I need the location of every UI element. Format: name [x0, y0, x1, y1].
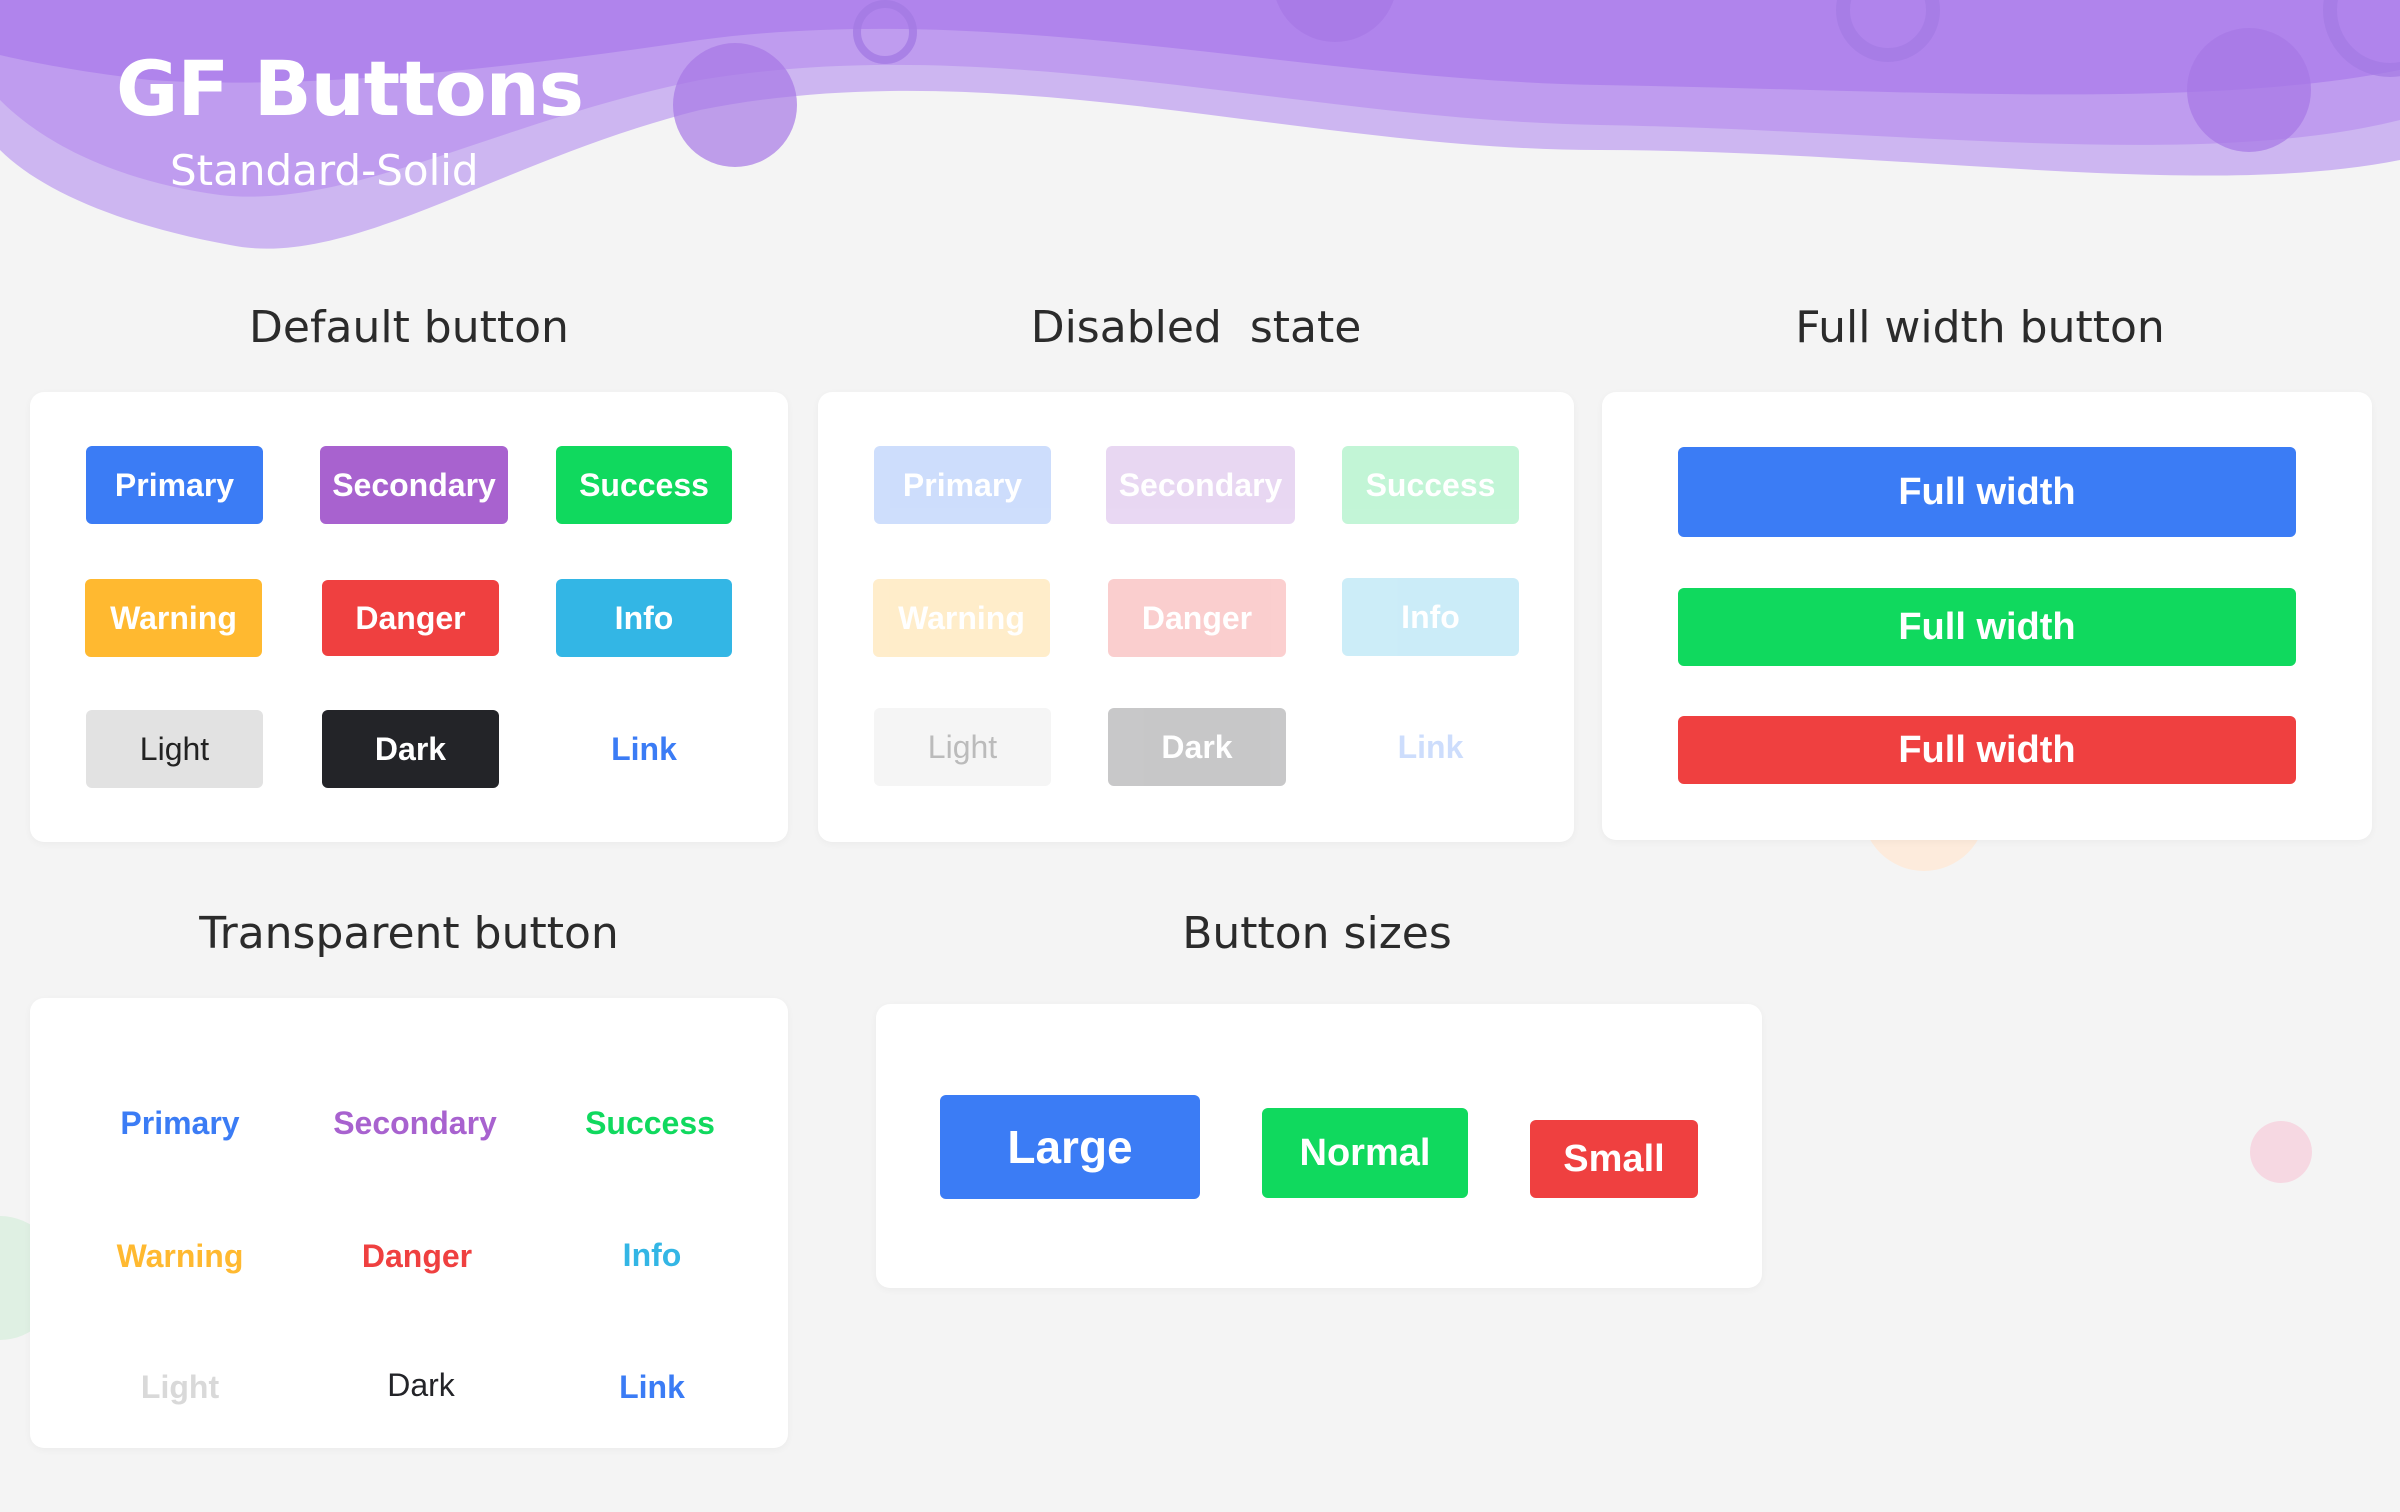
- default-success-button[interactable]: Success: [556, 446, 732, 524]
- transparent-link-button[interactable]: Link: [542, 1357, 762, 1417]
- normal-button[interactable]: Normal: [1262, 1108, 1468, 1198]
- section-title-disabled: Disabled state: [1030, 302, 1362, 353]
- transparent-light-button[interactable]: Light: [70, 1357, 290, 1417]
- transparent-secondary-button[interactable]: Secondary: [305, 1093, 525, 1153]
- transparent-primary-button[interactable]: Primary: [70, 1093, 290, 1153]
- disabled-success-button: Success: [1342, 446, 1519, 524]
- disabled-primary-button: Primary: [874, 446, 1051, 524]
- default-primary-button[interactable]: Primary: [86, 446, 263, 524]
- disabled-dark-button: Dark: [1108, 708, 1286, 786]
- disabled-light-button: Light: [874, 708, 1051, 786]
- default-danger-button[interactable]: Danger: [322, 580, 499, 656]
- default-light-button[interactable]: Light: [86, 710, 263, 788]
- button-sizes-card: Large Normal Small: [876, 1004, 1762, 1288]
- transparent-warning-button[interactable]: Warning: [70, 1226, 290, 1286]
- section-title-sizes: Button sizes: [1182, 908, 1452, 959]
- transparent-button-card: Primary Secondary Success Warning Danger…: [30, 998, 788, 1448]
- full-width-danger-button[interactable]: Full width: [1678, 716, 2296, 784]
- disabled-link-button: Link: [1342, 708, 1519, 786]
- default-warning-button[interactable]: Warning: [85, 579, 262, 657]
- disabled-secondary-button: Secondary: [1106, 446, 1295, 524]
- disabled-danger-button: Danger: [1108, 579, 1286, 657]
- disabled-state-card: Primary Secondary Success Warning Danger…: [818, 392, 1574, 842]
- disabled-info-button: Info: [1342, 578, 1519, 656]
- default-button-card: Primary Secondary Success Warning Danger…: [30, 392, 788, 842]
- full-width-primary-button[interactable]: Full width: [1678, 447, 2296, 537]
- default-dark-button[interactable]: Dark: [322, 710, 499, 788]
- transparent-dark-button[interactable]: Dark: [311, 1355, 531, 1415]
- disabled-warning-button: Warning: [873, 579, 1050, 657]
- full-width-button-card: Full width Full width Full width: [1602, 392, 2372, 840]
- section-title-full-width: Full width button: [1795, 302, 2165, 353]
- section-title-default: Default button: [249, 302, 569, 353]
- app-title: GF Buttons: [116, 44, 584, 133]
- small-button[interactable]: Small: [1530, 1120, 1698, 1198]
- decorative-circle-pink: [2250, 1121, 2312, 1183]
- app-subtitle: Standard-Solid: [170, 146, 479, 195]
- transparent-info-button[interactable]: Info: [542, 1225, 762, 1285]
- transparent-success-button[interactable]: Success: [540, 1093, 760, 1153]
- default-link-button[interactable]: Link: [556, 710, 732, 788]
- default-info-button[interactable]: Info: [556, 579, 732, 657]
- default-secondary-button[interactable]: Secondary: [320, 446, 508, 524]
- full-width-success-button[interactable]: Full width: [1678, 588, 2296, 666]
- large-button[interactable]: Large: [940, 1095, 1200, 1199]
- transparent-danger-button[interactable]: Danger: [307, 1226, 527, 1286]
- section-title-transparent: Transparent button: [199, 908, 619, 959]
